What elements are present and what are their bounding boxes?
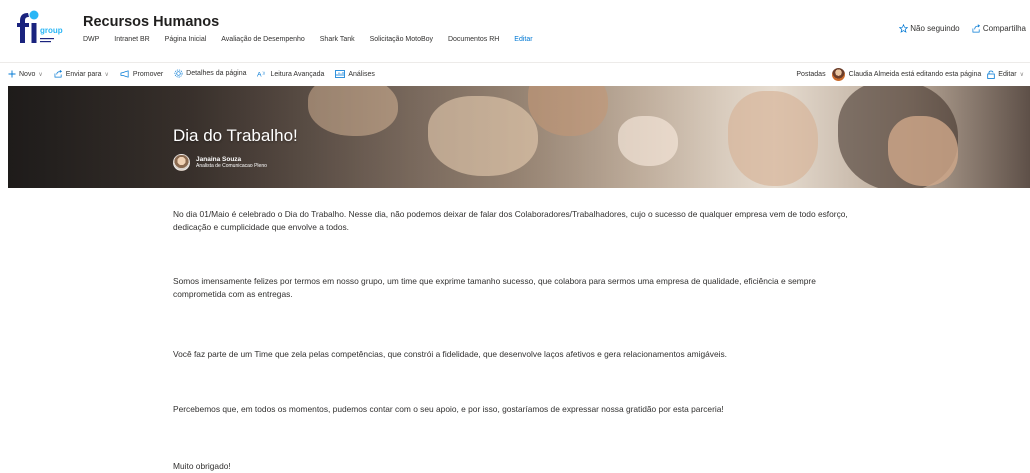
hero-banner: Dia do Trabalho! Janaina Souza Analista …	[8, 86, 1030, 188]
chevron-down-icon: ∨	[104, 71, 109, 78]
paragraph-2: Somos imensamente felizes por termos em …	[173, 276, 816, 299]
megaphone-icon	[120, 70, 129, 78]
star-icon	[899, 24, 909, 33]
promote-label: Promover	[132, 70, 164, 78]
svg-text:)): ))	[263, 71, 265, 75]
send-to-label: Enviar para	[65, 70, 102, 78]
nav-item-home[interactable]: Página Inicial	[165, 36, 207, 43]
page-details-button[interactable]: Detalhes da página	[174, 69, 246, 78]
chevron-down-icon: ∨	[38, 71, 43, 78]
share-label: Compartilha	[982, 24, 1026, 33]
author-avatar[interactable]	[173, 154, 190, 171]
site-header: group Recursos Humanos DWP Intranet BR P…	[0, 0, 1030, 58]
send-to-button[interactable]: Enviar para ∨	[54, 70, 109, 78]
logo-text: group	[40, 26, 63, 35]
share-icon	[972, 24, 980, 33]
promote-button[interactable]: Promover	[120, 70, 163, 78]
analytics-button[interactable]: Análises	[335, 70, 375, 78]
immersive-reader-button[interactable]: A)) Leitura Avançada	[257, 70, 325, 79]
analytics-icon	[335, 70, 346, 78]
follow-label: Não seguindo	[910, 24, 960, 33]
new-label: Novo	[19, 70, 36, 78]
nav-edit-link[interactable]: Editar	[514, 36, 532, 43]
nav-item-hr-documents[interactable]: Documentos RH	[448, 36, 499, 43]
page-details-label: Detalhes da página	[186, 70, 247, 77]
author-role: Analista de Comunicacao Pleno	[196, 162, 267, 169]
editor-avatar	[831, 68, 845, 81]
svg-text:A: A	[257, 72, 262, 78]
page-title: Dia do Trabalho!	[173, 126, 298, 145]
share-button[interactable]: Compartilha	[972, 24, 1026, 33]
edit-button[interactable]: Editar ∨	[987, 70, 1024, 79]
analytics-label: Análises	[348, 70, 375, 78]
site-title[interactable]: Recursos Humanos	[83, 14, 219, 30]
paragraph-3: Você faz parte de um Time que zela pelas…	[173, 349, 728, 359]
chevron-down-icon: ∨	[1019, 72, 1024, 78]
new-button[interactable]: Novo ∨	[8, 70, 43, 78]
command-bar: Novo ∨ Enviar para ∨ Promover Detalhes d…	[0, 62, 1030, 85]
immersive-reader-icon: A))	[257, 71, 265, 78]
follow-button[interactable]: Não seguindo	[899, 24, 960, 33]
author-byline[interactable]: Janaina Souza Analista de Comunicacao Pl…	[173, 154, 267, 171]
nav-item-performance-review[interactable]: Avaliação de Desempenho	[221, 36, 305, 43]
site-nav: DWP Intranet BR Página Inicial Avaliação…	[83, 36, 546, 48]
immersive-reader-label: Leitura Avançada	[270, 70, 325, 78]
paragraph-4: Percebemos que, em todos os momentos, pu…	[173, 404, 724, 414]
header-actions: Não seguindo Compartilha	[889, 24, 1026, 35]
editing-status: Claudia Almeida está editando esta págin…	[831, 68, 982, 81]
editing-status-text: Claudia Almeida está editando esta págin…	[848, 71, 982, 78]
nav-item-motoboy-request[interactable]: Solicitação MotoBoy	[370, 36, 433, 43]
nav-item-dwp[interactable]: DWP	[83, 36, 99, 43]
gear-icon	[174, 69, 183, 78]
author-name[interactable]: Janaina Souza	[196, 156, 267, 163]
send-icon	[54, 70, 62, 78]
plus-icon	[8, 70, 16, 78]
posted-status: Postadas	[796, 71, 826, 78]
nav-item-shark-tank[interactable]: Shark Tank	[320, 36, 355, 43]
nav-item-intranet-br[interactable]: Intranet BR	[114, 36, 149, 43]
site-logo[interactable]: group	[14, 9, 76, 49]
edit-label: Editar	[998, 71, 1017, 78]
paragraph-1: No dia 01/Maio é celebrado o Dia do Trab…	[173, 209, 848, 232]
lock-icon	[987, 70, 995, 79]
